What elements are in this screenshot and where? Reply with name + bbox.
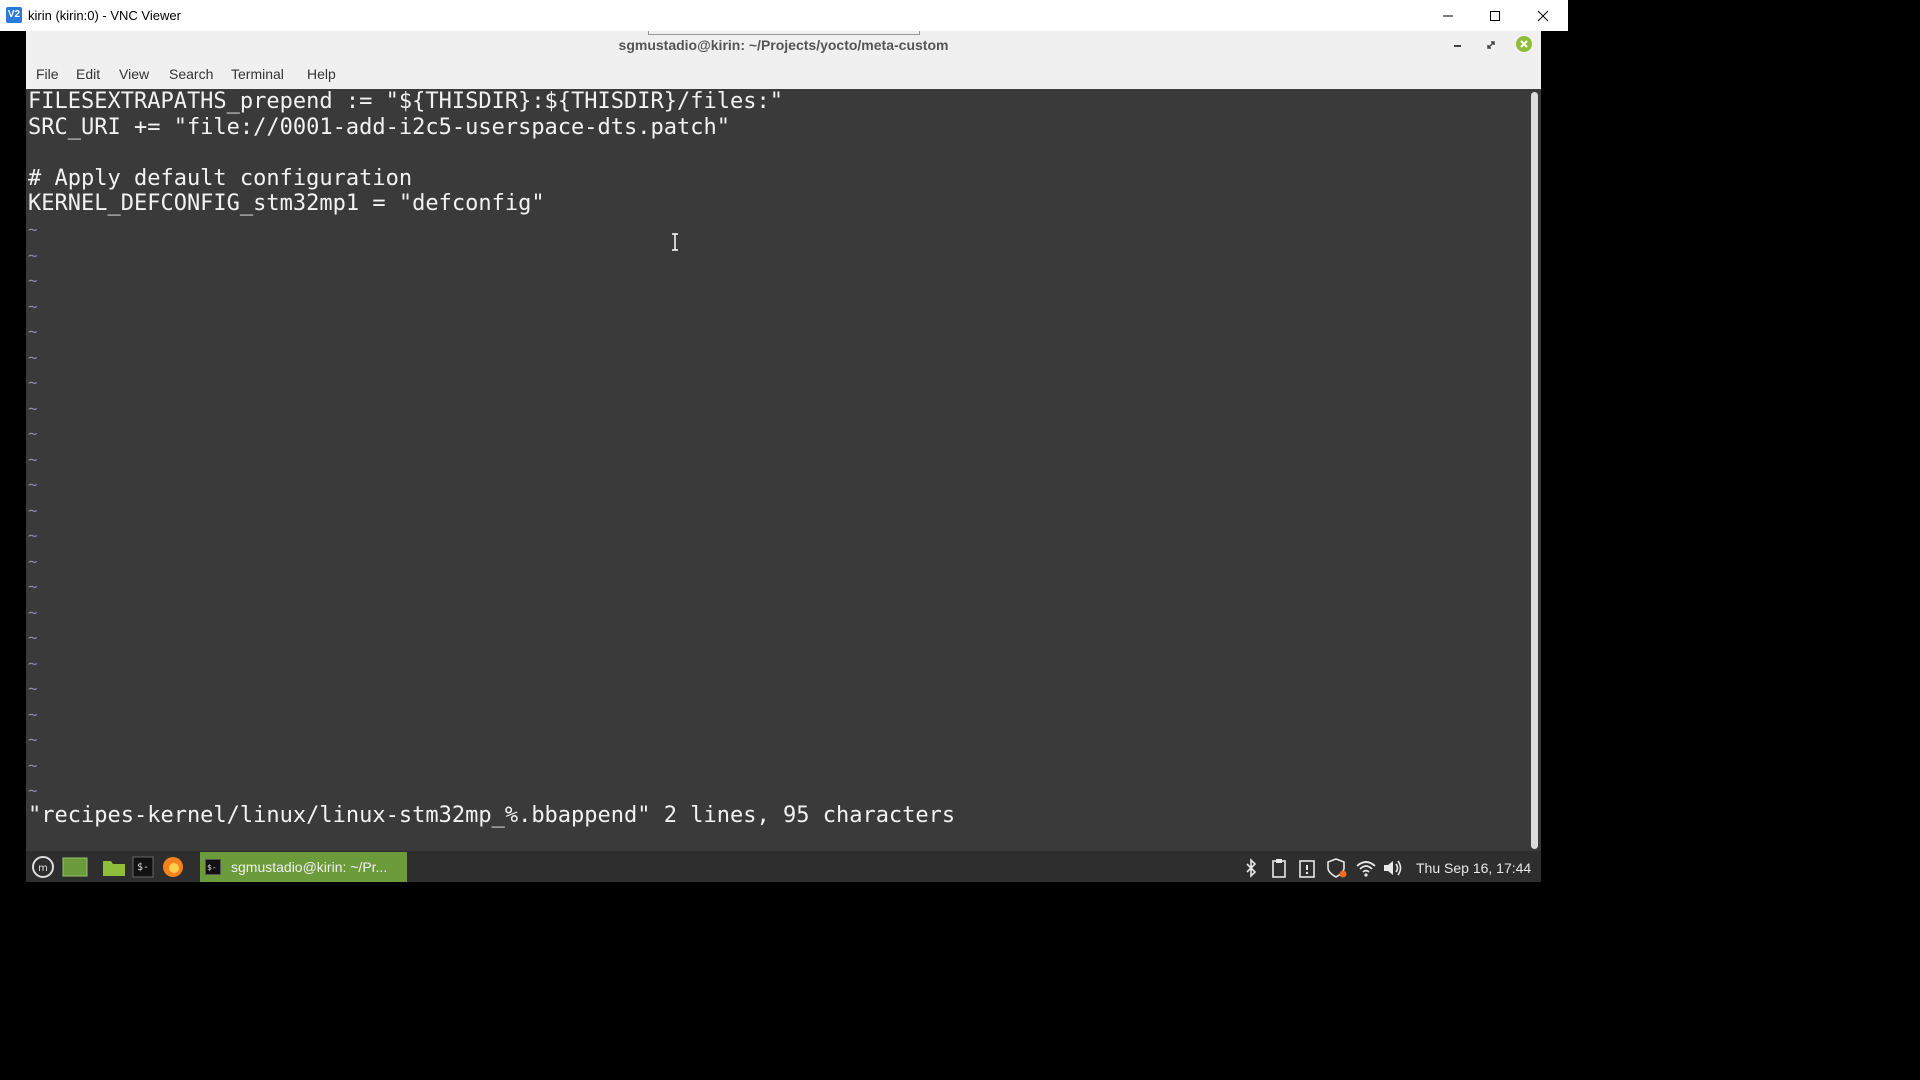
vnc-title-bar: V2 kirin (kirin:0) - VNC Viewer (0, 0, 1568, 31)
empty-line-marker: ~ (28, 373, 38, 392)
editor-line: KERNEL_DEFCONFIG_stm32mp1 = "defconfig" (28, 191, 545, 216)
desktop-icon (62, 857, 88, 877)
empty-line-marker: ~ (28, 398, 38, 418)
vnc-window-title: kirin (kirin:0) - VNC Viewer (28, 8, 181, 23)
mouse-ibeam-cursor (670, 233, 680, 251)
bluetooth-icon (1246, 858, 1257, 878)
taskbar-clock[interactable]: Thu Sep 16, 17:44 (1416, 860, 1531, 876)
empty-line-marker: ~ (28, 577, 38, 596)
empty-line-marker: ~ (28, 347, 38, 367)
empty-line-marker: ~ (28, 245, 38, 265)
files-launcher[interactable] (102, 856, 125, 878)
remote-border-right (1541, 31, 1568, 882)
mint-logo-icon: m (32, 856, 54, 878)
speaker-icon (1384, 860, 1402, 876)
restore-icon (1487, 41, 1495, 49)
taskbar-task-label: sgmustadio@kirin: ~/Pr... (231, 859, 388, 875)
update-tray-icon[interactable] (1297, 858, 1317, 878)
terminal-close-button[interactable] (1516, 36, 1532, 52)
empty-line-marker: ~ (28, 500, 38, 520)
close-icon (1537, 10, 1549, 21)
empty-line-marker: ~ (28, 628, 38, 647)
minimize-icon (1443, 15, 1453, 16)
terminal-icon: $- (205, 859, 221, 875)
terminal-menubar: File Edit View Search Terminal Help (26, 59, 1541, 89)
menu-help[interactable]: Help (307, 66, 336, 82)
editor-line: SRC_URI += "file://0001-add-i2c5-userspa… (28, 115, 730, 140)
empty-line-marker: ~ (28, 551, 38, 571)
show-desktop-button[interactable] (62, 856, 88, 878)
vnc-maximize-button[interactable] (1472, 0, 1518, 31)
empty-line-marker: ~ (28, 602, 38, 622)
terminal-window-title: sgmustadio@kirin: ~/Projects/yocto/meta-… (618, 37, 949, 53)
empty-line-marker: ~ (28, 271, 38, 290)
update-manager-icon (1299, 860, 1315, 878)
editor-status-line: "recipes-kernel/linux/linux-stm32mp_%.bb… (28, 803, 956, 828)
menu-view[interactable]: View (119, 66, 149, 82)
menu-search[interactable]: Search (169, 66, 213, 82)
empty-line-marker: ~ (28, 475, 38, 494)
volume-tray-icon[interactable] (1382, 858, 1402, 878)
empty-line-marker: ~ (28, 526, 38, 545)
terminal-title-bar: sgmustadio@kirin: ~/Projects/yocto/meta-… (26, 31, 1541, 59)
vnc-close-button[interactable] (1520, 0, 1566, 31)
empty-line-marker: ~ (28, 755, 38, 775)
svg-text:m: m (38, 863, 48, 874)
menu-file[interactable]: File (36, 66, 59, 82)
firefox-icon (163, 857, 183, 877)
close-icon (1520, 40, 1528, 48)
vnc-minimize-button[interactable] (1425, 0, 1471, 31)
minimize-icon (1454, 45, 1461, 47)
empty-line-marker: ~ (28, 781, 38, 800)
empty-line-marker: ~ (28, 424, 38, 443)
remote-border-left (0, 31, 26, 882)
terminal-minimize-button[interactable] (1450, 37, 1466, 53)
menu-terminal[interactable]: Terminal (231, 66, 284, 82)
empty-line-marker: ~ (28, 653, 38, 673)
empty-line-marker: ~ (28, 322, 38, 341)
maximize-icon (1490, 10, 1500, 21)
clipboard-icon (1272, 859, 1286, 878)
empty-line-marker: ~ (28, 220, 38, 239)
bluetooth-tray-icon[interactable] (1241, 858, 1261, 878)
mint-menu-button[interactable]: m (32, 856, 54, 878)
svg-text:$-: $- (137, 862, 149, 873)
empty-line-marker: ~ (28, 730, 38, 749)
scrollbar-thumb[interactable] (1531, 92, 1538, 849)
menu-edit[interactable]: Edit (76, 66, 100, 82)
clipboard-tray-icon[interactable] (1269, 858, 1289, 878)
terminal-launcher[interactable]: $- (132, 856, 154, 878)
editor-line: FILESEXTRAPATHS_prepend := "${THISDIR}:$… (28, 89, 783, 114)
network-tray-icon[interactable] (1355, 858, 1376, 878)
terminal-restore-button[interactable] (1483, 37, 1499, 53)
wifi-icon (1356, 861, 1376, 877)
shield-icon (1327, 858, 1347, 878)
security-tray-icon[interactable] (1326, 858, 1347, 878)
vnc-toolbar-handle[interactable] (648, 31, 920, 35)
empty-line-marker: ~ (28, 679, 38, 698)
editor-line: # Apply default configuration (28, 166, 413, 191)
empty-line-marker: ~ (28, 449, 38, 469)
firefox-launcher[interactable] (162, 856, 184, 878)
empty-line-marker: ~ (28, 704, 38, 724)
folder-icon (103, 861, 125, 876)
text-cursor-icon (672, 233, 678, 251)
vnc-app-icon: V2 (6, 7, 22, 23)
empty-line-marker: ~ (28, 296, 38, 316)
terminal-icon: $- (132, 856, 154, 878)
svg-text:$-: $- (207, 863, 217, 872)
